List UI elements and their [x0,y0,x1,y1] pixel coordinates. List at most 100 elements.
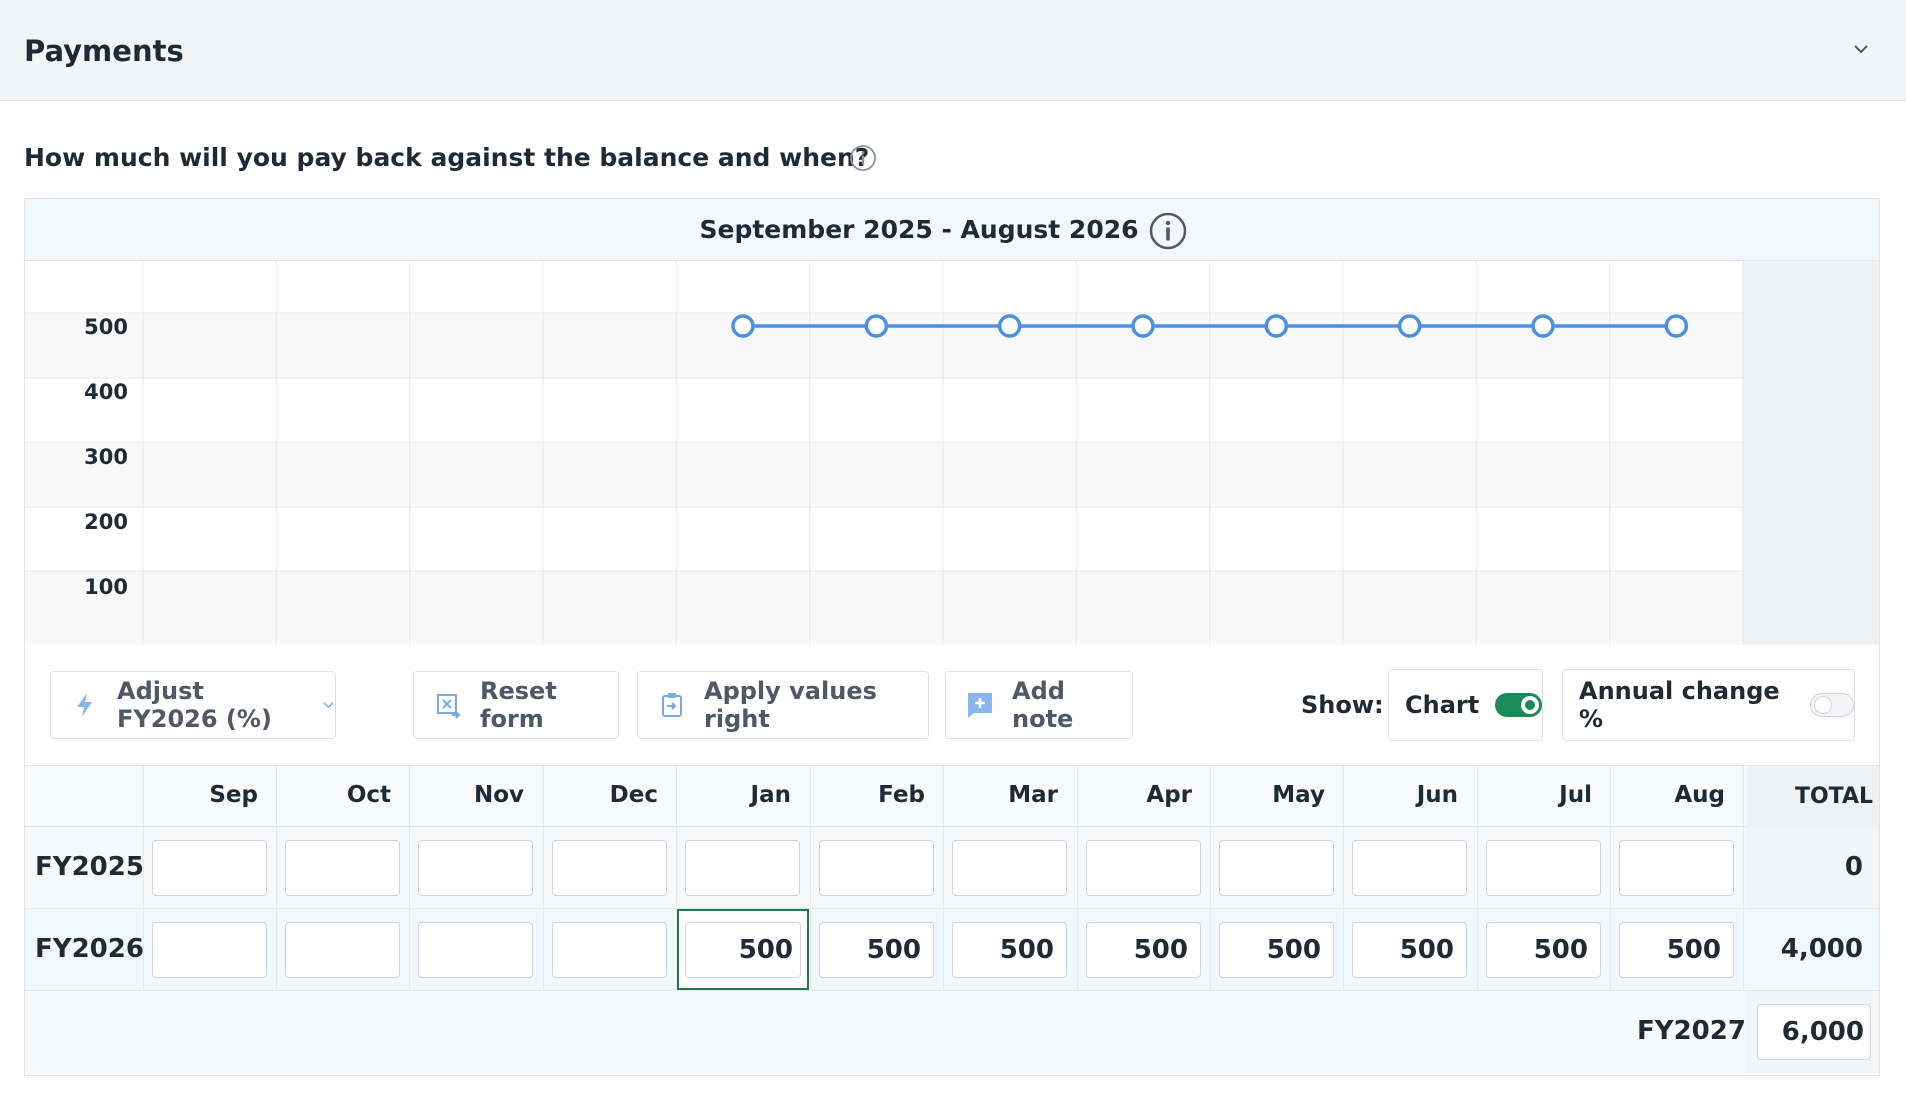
y-tick-label: 500 [84,315,128,339]
chart-band [25,261,1743,313]
total-header: TOTAL [1794,784,1873,809]
info-icon[interactable] [1148,211,1188,251]
month-input[interactable] [685,840,800,896]
month-header: Aug [1674,782,1725,808]
month-header: Jul [1559,782,1592,808]
month-input[interactable]: 500 [1486,922,1601,978]
data-point [1264,314,1289,338]
month-input[interactable] [418,922,533,978]
month-input[interactable]: 500 [819,922,934,978]
data-point [1664,314,1689,338]
month-input[interactable]: 500 [677,909,809,990]
column-divider [543,765,544,991]
payments-table: Sep Oct Nov Dec Jan Feb Mar Apr May Jun Jul Aug TOT… [25,765,1879,1075]
payments-section-header[interactable]: Payments [0,0,1906,101]
month-input[interactable]: 500 [1219,922,1334,978]
reset-form-label: Reset form [480,677,557,733]
annual-change-label: Annual change % [1579,677,1780,733]
table-row: FY2025 0 [25,827,1879,909]
y-tick-label: 200 [84,510,128,534]
month-input-value: 500 [738,935,793,965]
month-header: Oct [346,782,391,808]
fy2027-label: FY2027 [1637,1016,1746,1046]
apply-values-label: Apply values right [704,677,877,733]
data-point [1131,314,1155,338]
payments-chart: 500 400 300 200 100 [25,261,1879,645]
chart-switch[interactable] [1495,693,1542,717]
toolbar: Adjust FY2026 (%) Reset form Apply value… [25,645,1879,765]
y-tick-label: 300 [84,445,128,469]
month-input[interactable]: 500 [1086,922,1201,978]
column-divider [276,765,277,991]
month-header: Feb [878,782,925,808]
question-label: How much will you pay back against the b… [24,143,870,172]
y-tick-label: 400 [84,380,128,404]
month-input[interactable]: 500 [1619,922,1734,978]
month-input[interactable] [152,840,267,896]
month-header: Mar [1008,782,1058,808]
month-input[interactable]: 500 [1352,922,1467,978]
month-input[interactable]: 500 [952,922,1067,978]
data-point [1397,314,1422,338]
chevron-down-icon [323,702,334,709]
row-label: FY2026 [35,934,144,964]
payments-panel: September 2025 - August 2026 500 400 300 20… [24,198,1880,1076]
month-input[interactable] [552,922,667,978]
row-label: FY2025 [35,852,144,882]
data-point [1531,314,1555,338]
month-input[interactable] [285,922,400,978]
month-input[interactable] [952,840,1067,896]
chart-band [25,571,1743,645]
column-divider [1210,765,1211,991]
fy2027-input[interactable]: 6,000 [1757,1004,1871,1060]
column-divider [1343,765,1344,991]
month-input[interactable] [285,840,400,896]
apply-values-right-button[interactable]: Apply values right [637,671,929,739]
table-row: FY2026 500 500 500 500 500 500 500 500 4,000 [25,909,1879,991]
month-header: Jan [750,782,791,808]
month-input[interactable] [1086,840,1201,896]
adjust-fy-dropdown[interactable]: Adjust FY2026 (%) [50,671,336,739]
month-header: Sep [209,782,258,808]
month-input[interactable] [1219,840,1334,896]
section-title: Payments [24,34,184,68]
annual-change-toggle[interactable]: Annual change % [1562,669,1855,741]
reset-form-button[interactable]: Reset form [413,671,619,739]
chart-toggle[interactable]: Chart [1388,669,1543,741]
add-note-button[interactable]: Add note [945,671,1133,739]
lightning-icon [77,693,92,717]
fy2027-cell: 6,000 [1747,991,1879,1073]
period-header: September 2025 - August 2026 [25,199,1879,261]
month-input[interactable] [552,840,667,896]
column-divider [1743,765,1744,991]
show-label: Show: [1301,691,1384,719]
column-divider [1077,765,1078,991]
data-point [864,314,889,338]
column-divider [1477,765,1478,991]
month-input[interactable] [152,922,267,978]
data-point [731,314,755,338]
month-header: Nov [473,782,524,808]
chart-total-column [1743,261,1879,645]
chart-band [25,507,1743,571]
month-input[interactable] [1619,840,1734,896]
annual-change-switch[interactable] [1809,693,1854,717]
column-divider [1610,765,1611,991]
add-note-icon [968,693,992,718]
month-input[interactable] [1352,840,1467,896]
chevron-down-icon[interactable] [1852,40,1870,58]
column-divider [943,765,944,991]
column-divider [676,765,677,991]
column-divider [810,765,811,991]
reset-icon [437,694,461,719]
month-input[interactable] [819,840,934,896]
chart-toggle-label: Chart [1405,691,1480,719]
month-header: Jun [1416,782,1458,808]
month-header: May [1272,782,1325,808]
month-input[interactable] [1486,840,1601,896]
month-input[interactable] [418,840,533,896]
add-note-label: Add note [1012,677,1074,733]
info-icon[interactable] [849,144,877,172]
month-header: Dec [609,782,658,808]
row-total: 0 [1747,827,1879,908]
